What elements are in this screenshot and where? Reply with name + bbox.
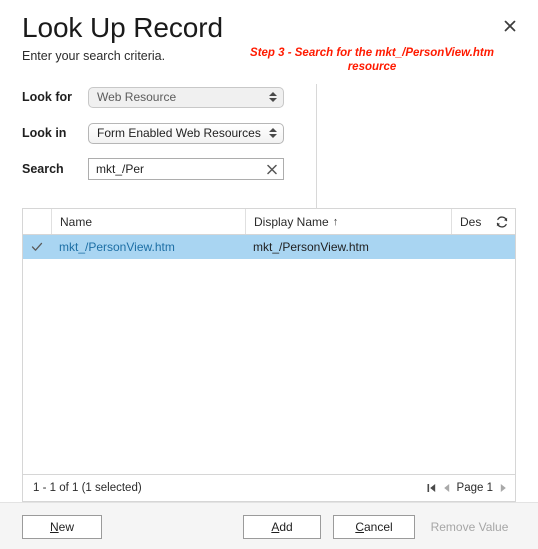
look-for-value: Web Resource: [97, 90, 177, 104]
page-label: Page 1: [456, 482, 493, 494]
next-page-icon[interactable]: [500, 483, 507, 493]
look-for-control: Web Resource: [88, 86, 284, 108]
results-grid: Name Display Name ↑ Des mkt_/PersonView.…: [22, 208, 516, 502]
prev-page-icon[interactable]: [443, 483, 450, 493]
new-button-accelerator: N: [49, 520, 59, 534]
clear-x-icon[interactable]: [265, 163, 278, 176]
close-icon[interactable]: [501, 17, 519, 35]
row-display-name: mkt_/PersonView.htm: [253, 240, 369, 254]
grid-body: mkt_/PersonView.htm mkt_/PersonView.htm: [23, 235, 515, 474]
new-button[interactable]: New: [22, 515, 102, 539]
grid-header-name[interactable]: Name: [52, 209, 246, 234]
cancel-button-accelerator: C: [355, 520, 364, 534]
look-in-row: Look in Form Enabled Web Resources: [0, 118, 538, 148]
checkmark-icon: [23, 241, 51, 253]
dialog-footer: New Add Cancel Remove Value: [0, 502, 538, 549]
new-button-label: ew: [58, 520, 74, 534]
pager: Page 1: [427, 482, 507, 494]
sort-ascending-icon: ↑: [332, 215, 339, 228]
look-in-select[interactable]: Form Enabled Web Resources: [88, 122, 284, 144]
grid-header-row: Name Display Name ↑ Des: [23, 209, 515, 235]
look-for-select[interactable]: Web Resource: [88, 86, 284, 108]
look-for-label: Look for: [22, 90, 72, 104]
remove-value-button: Remove Value: [423, 515, 516, 539]
lookup-record-dialog: Look Up Record Enter your search criteri…: [0, 0, 538, 549]
grid-header-description-label: Des: [460, 214, 482, 229]
look-in-label: Look in: [22, 126, 67, 140]
cancel-button[interactable]: Cancel: [333, 515, 415, 539]
add-button[interactable]: Add: [243, 515, 321, 539]
refresh-icon[interactable]: [494, 214, 510, 230]
search-input[interactable]: [89, 159, 283, 179]
page-title: Look Up Record: [22, 12, 223, 43]
look-for-row: Look for Web Resource: [0, 82, 538, 112]
search-row: Search: [0, 154, 538, 184]
table-row[interactable]: mkt_/PersonView.htm mkt_/PersonView.htm: [23, 235, 515, 259]
search-criteria-section: Look for Web Resource Look in Form Enabl…: [0, 64, 538, 234]
record-count-label: 1 - 1 of 1 (1 selected): [33, 482, 142, 494]
updown-stepper-icon: [269, 92, 277, 102]
search-control: [88, 158, 284, 180]
grid-header-name-label: Name: [60, 214, 93, 229]
first-page-icon[interactable]: [427, 483, 436, 493]
row-name-link[interactable]: mkt_/PersonView.htm: [51, 240, 245, 254]
grid-header-display-name-label: Display Name: [254, 214, 329, 229]
remove-value-button-label: Remove Value: [430, 520, 509, 534]
look-in-value: Form Enabled Web Resources: [97, 126, 261, 140]
grid-header-checkbox-column: [23, 209, 52, 234]
search-input-wrapper: [88, 158, 284, 180]
grid-header-display-name[interactable]: Display Name ↑: [246, 209, 452, 234]
search-label: Search: [22, 162, 64, 176]
grid-footer: 1 - 1 of 1 (1 selected) Page 1: [23, 474, 515, 501]
look-in-control: Form Enabled Web Resources: [88, 122, 284, 144]
add-button-label: dd: [279, 520, 293, 534]
cancel-button-label: ancel: [363, 520, 393, 534]
updown-stepper-icon: [269, 128, 277, 138]
